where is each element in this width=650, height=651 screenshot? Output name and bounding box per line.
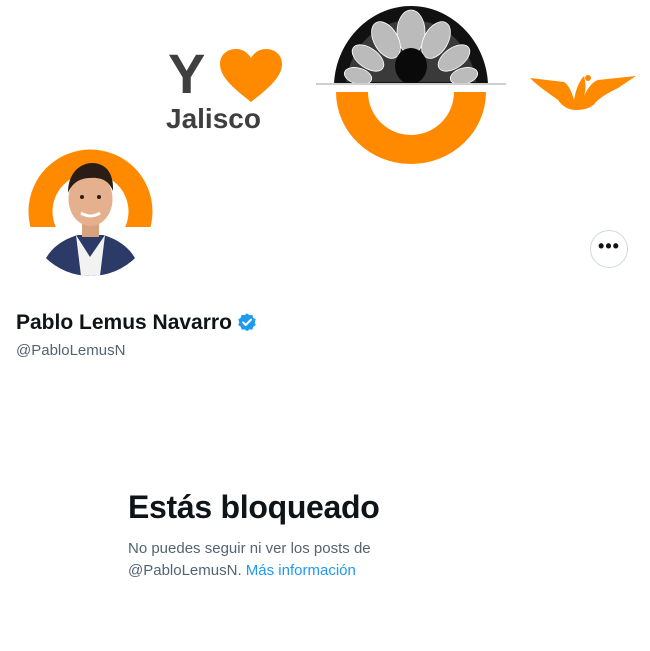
sombrero-emblem <box>316 6 506 164</box>
heart-icon <box>220 49 282 102</box>
blocked-heading: Estás bloqueado <box>128 489 380 525</box>
profile-avatar[interactable] <box>22 143 159 280</box>
profile-name-row: Pablo Lemus Navarro <box>16 309 258 337</box>
blocked-message-text: No puedes seguir ni ver los posts de <box>128 540 371 557</box>
logo-word: Jalisco <box>166 103 261 134</box>
profile-name: Pablo Lemus Navarro <box>16 311 232 334</box>
blocked-message: No puedes seguir ni ver los posts de @Pa… <box>128 538 428 582</box>
profile-handle: @PabloLemusN <box>16 342 126 359</box>
more-info-link[interactable]: Más información <box>246 562 356 579</box>
more-icon: ••• <box>598 236 620 256</box>
party-bird-logo <box>530 75 636 110</box>
logo-letter: Y <box>168 42 205 105</box>
blocked-handle: @PabloLemusN. <box>128 562 242 579</box>
more-options-button[interactable]: ••• <box>590 230 628 268</box>
verified-badge-icon[interactable] <box>236 312 258 334</box>
y-jalisco-logo: Y Jalisco <box>166 46 288 138</box>
